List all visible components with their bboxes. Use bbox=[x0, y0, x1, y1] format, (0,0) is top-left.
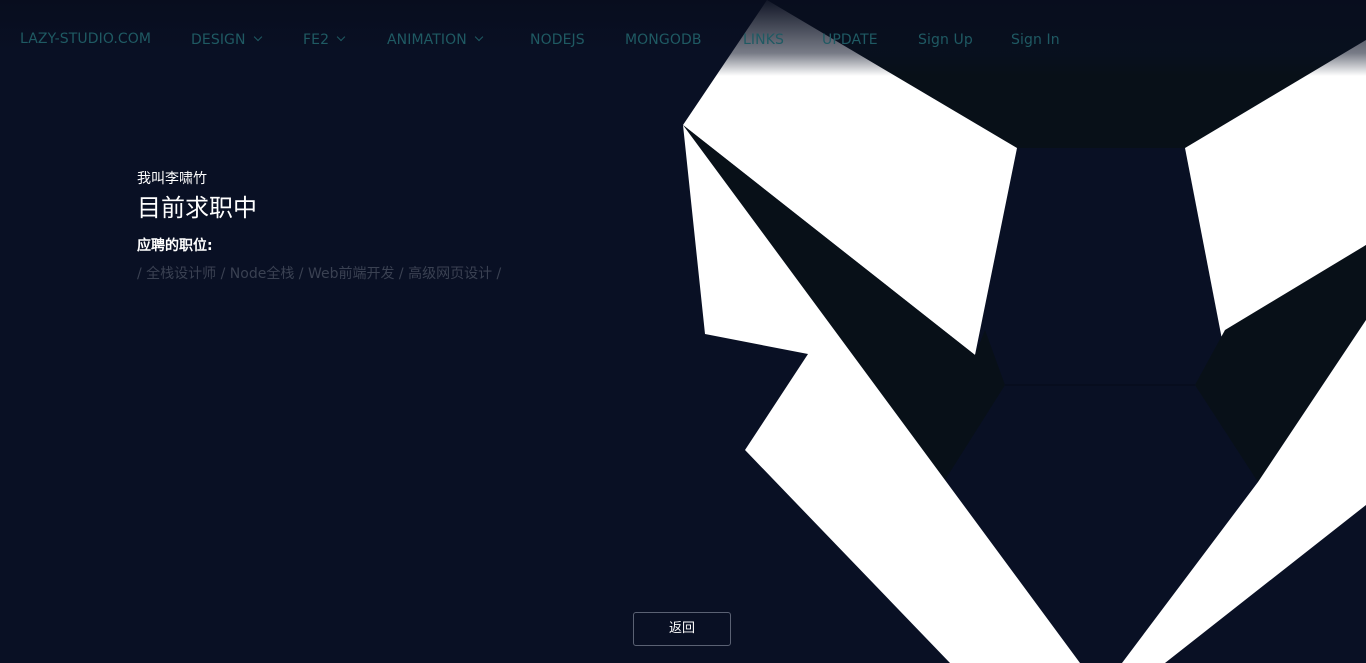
nav-item-design[interactable]: DESIGN bbox=[191, 29, 262, 51]
nav-item-label: ANIMATION bbox=[387, 32, 467, 48]
positions-label: 应聘的职位: bbox=[137, 238, 213, 254]
positions-list: / 全栈设计师 / Node全栈 / Web前端开发 / 高级网页设计 / bbox=[137, 266, 502, 282]
intro-section: 我叫李啸竹 目前求职中 应聘的职位: / 全栈设计师 / Node全栈 / We… bbox=[137, 168, 501, 285]
nav-item-label: FE2 bbox=[303, 32, 330, 48]
nav-item-update[interactable]: UPDATE bbox=[822, 29, 878, 51]
page: LAZY-STUDIO.COM DESIGN FE2 ANIMATION NOD… bbox=[0, 0, 1366, 663]
chevron-down-icon bbox=[253, 32, 262, 42]
nav-item-animation[interactable]: ANIMATION bbox=[387, 29, 484, 51]
chevron-down-icon bbox=[336, 32, 346, 42]
nav-item-mongodb[interactable]: MONGODB bbox=[625, 29, 702, 51]
intro-headline: 目前求职中 bbox=[137, 194, 257, 222]
nav-item-label: DESIGN bbox=[191, 32, 246, 48]
nav-item-links[interactable]: LINKS bbox=[743, 29, 784, 51]
chevron-down-icon bbox=[474, 32, 484, 42]
intro-name: 我叫李啸竹 bbox=[137, 171, 207, 187]
nav-item-fe2[interactable]: FE2 bbox=[303, 29, 346, 51]
nav-item-nodejs[interactable]: NODEJS bbox=[530, 29, 585, 51]
nav-item-sign-in[interactable]: Sign In bbox=[1011, 29, 1060, 51]
wolf-logo-illustration bbox=[683, 0, 1366, 663]
brand-link[interactable]: LAZY-STUDIO.COM bbox=[20, 28, 151, 50]
back-button[interactable]: 返回 bbox=[633, 612, 731, 646]
nav-item-sign-up[interactable]: Sign Up bbox=[918, 29, 973, 51]
top-navigation-bar: LAZY-STUDIO.COM DESIGN FE2 ANIMATION NOD… bbox=[0, 0, 1366, 76]
